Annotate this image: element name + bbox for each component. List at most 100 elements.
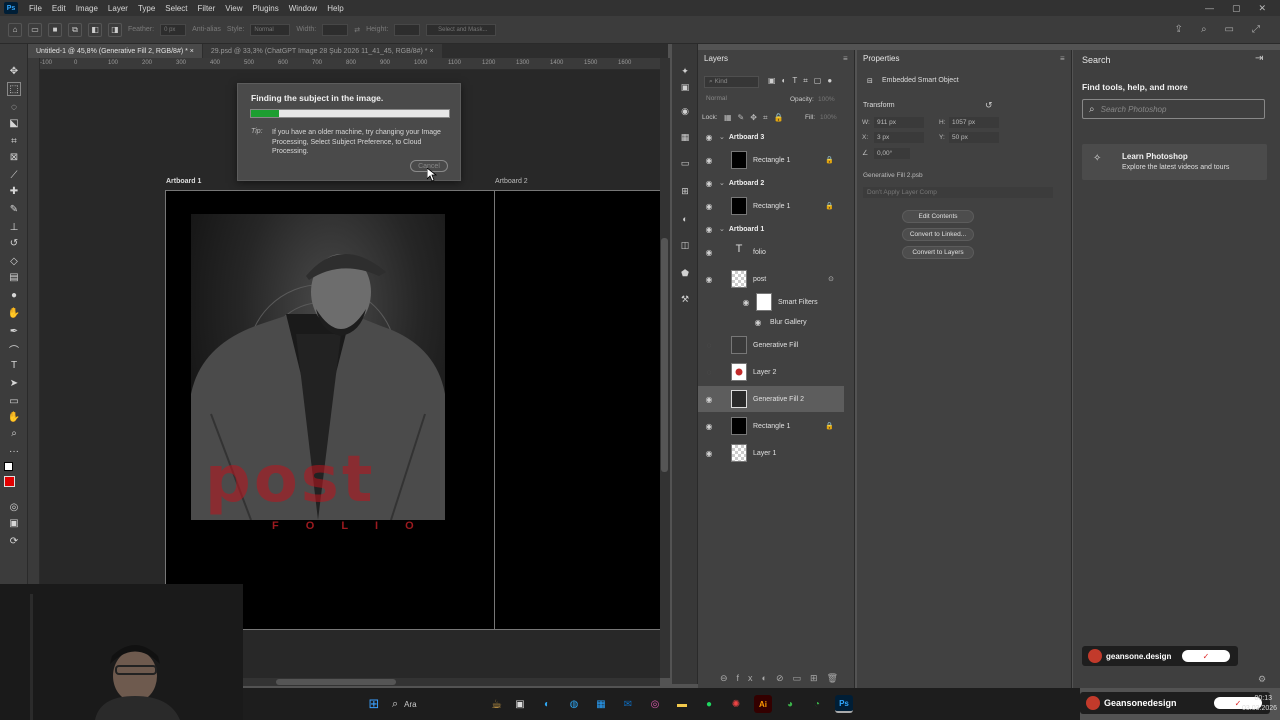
height-input[interactable]: 1057 px: [949, 117, 999, 128]
hand-tool-icon[interactable]: ✋: [7, 410, 21, 424]
marquee-preset-icon[interactable]: ▭: [28, 22, 42, 37]
y-input[interactable]: 50 px: [949, 132, 999, 143]
paths-icon[interactable]: ⬟: [678, 266, 692, 280]
visibility-eye-icon[interactable]: ◉: [703, 202, 715, 211]
fill-input[interactable]: 100%: [820, 114, 837, 121]
frame-tool-icon[interactable]: ⊠: [7, 150, 21, 164]
comments-icon[interactable]: ▣: [678, 80, 692, 94]
search-icon[interactable]: ⌕: [1201, 24, 1207, 35]
learn-icon[interactable]: ✦: [678, 64, 692, 78]
healing-brush-icon[interactable]: ✚: [7, 184, 21, 198]
system-clock[interactable]: 00:13 03.03.2026: [1242, 694, 1277, 714]
blend-mode-select[interactable]: Normal: [704, 95, 774, 107]
tab-close-icon[interactable]: ×: [429, 48, 433, 55]
file-explorer-icon[interactable]: ▬: [673, 695, 691, 713]
convert-to-linked-button[interactable]: Convert to Linked...: [902, 228, 974, 241]
pen-tool-icon[interactable]: ✒: [7, 324, 21, 338]
layer-group-artboard-3[interactable]: ◉ ⌄ Artboard 3: [698, 128, 844, 146]
path-select-icon[interactable]: ➤: [7, 376, 21, 390]
select-and-mask-button[interactable]: Select and Mask...: [426, 23, 497, 36]
blur-tool-icon[interactable]: ●: [7, 288, 21, 302]
brush-tool-icon[interactable]: ✎: [7, 202, 21, 216]
properties-menu-icon[interactable]: ≡: [1060, 54, 1065, 63]
app-icon[interactable]: ✺: [727, 695, 745, 713]
visibility-eye-icon[interactable]: ◉: [703, 225, 715, 234]
angle-input[interactable]: 0,00°: [874, 148, 910, 159]
rotate-icon[interactable]: ⟳: [7, 534, 21, 548]
eraser-tool-icon[interactable]: ◇: [7, 254, 21, 268]
artboard-2-label[interactable]: Artboard 2: [495, 178, 528, 185]
layer-row-selected[interactable]: ◉ Generative Fill 2: [698, 386, 844, 412]
visibility-eye-icon[interactable]: ◉: [703, 248, 715, 257]
menu-view[interactable]: View: [220, 4, 247, 13]
layer-filter-kind-select[interactable]: ⌕ Kind: [704, 76, 759, 88]
menu-edit[interactable]: Edit: [47, 4, 71, 13]
visibility-eye-icon[interactable]: ◉: [703, 449, 715, 458]
properties-panel-title[interactable]: Properties: [863, 54, 899, 63]
edge-icon-2[interactable]: ◍: [565, 695, 583, 713]
visibility-eye-icon[interactable]: ◉: [752, 318, 764, 327]
poster-title-text[interactable]: post: [205, 440, 455, 520]
reset-transform-icon[interactable]: ↺: [985, 100, 993, 111]
pen-curve-icon[interactable]: ⌒: [7, 342, 21, 357]
layer-row[interactable]: ◉ Tfolio: [698, 239, 844, 265]
task-view-icon[interactable]: ▣: [511, 695, 529, 713]
maximize-icon[interactable]: ▢: [1232, 3, 1241, 14]
blur-gallery-row[interactable]: ◉ Blur Gallery: [698, 313, 844, 331]
height-input[interactable]: [394, 23, 421, 36]
fullscreen-icon[interactable]: ⤢: [1252, 24, 1260, 35]
windows-start-icon[interactable]: ⊞: [365, 695, 383, 713]
swatches-icon[interactable]: ▦: [678, 130, 692, 144]
quick-mask-icon[interactable]: ◎: [7, 500, 21, 514]
width-input[interactable]: 911 px: [874, 117, 924, 128]
visibility-eye-icon[interactable]: ◌: [703, 368, 715, 377]
menu-help[interactable]: Help: [322, 4, 348, 13]
expand-icon[interactable]: ⇥: [1255, 53, 1263, 64]
minimize-icon[interactable]: —: [1205, 3, 1214, 14]
color-wheel-icon[interactable]: ◉: [678, 104, 692, 118]
layer-row[interactable]: ◉ Rectangle 1 🔒: [698, 413, 844, 439]
marquee-tool-icon[interactable]: ⬚: [7, 82, 21, 96]
layer-row[interactable]: ◉ Rectangle 1 🔒: [698, 147, 844, 173]
menu-image[interactable]: Image: [71, 4, 103, 13]
artboard-1-label[interactable]: Artboard 1: [166, 178, 201, 185]
channels-icon[interactable]: ◫: [678, 238, 692, 252]
x-input[interactable]: 3 px: [874, 132, 924, 143]
foreground-color-swatch[interactable]: [4, 476, 15, 487]
vertical-scroll-thumb[interactable]: [661, 238, 668, 472]
menu-window[interactable]: Window: [284, 4, 322, 13]
tab-29-psd[interactable]: 29.psd @ 33,3% (ChatGPT Image 28 Şub 202…: [202, 44, 442, 58]
layer-row[interactable]: ◌ Generative Fill: [698, 332, 844, 358]
feather-input[interactable]: 0 px: [160, 23, 187, 36]
grid-icon[interactable]: ⊞: [678, 184, 692, 198]
chevron-down-icon[interactable]: ⌄: [719, 179, 725, 187]
subtract-selection-icon[interactable]: ◧: [88, 22, 102, 37]
menu-type[interactable]: Type: [133, 4, 160, 13]
visibility-eye-icon[interactable]: ◉: [703, 395, 715, 404]
poster-subtitle-text[interactable]: F O L I O: [272, 520, 426, 532]
share-icon[interactable]: ⇪: [1175, 24, 1183, 35]
eyedropper-tool-icon[interactable]: ⟋: [7, 168, 21, 182]
opacity-input[interactable]: 100%: [818, 96, 835, 103]
edge-browser-icon[interactable]: ◐: [538, 695, 556, 713]
layer-comp-select[interactable]: Don't Apply Layer Comp: [863, 187, 1053, 198]
rectangle-tool-icon[interactable]: ▭: [7, 394, 21, 408]
chrome-icon[interactable]: ◕: [781, 695, 799, 713]
style-select[interactable]: Normal: [250, 23, 291, 36]
dodge-tool-icon[interactable]: ✋: [7, 306, 21, 320]
store-icon[interactable]: ▦: [592, 695, 610, 713]
workspace-icon[interactable]: ▭: [1225, 24, 1234, 35]
layer-row[interactable]: ◉ post ⊙: [698, 266, 844, 292]
layers-panel-title[interactable]: Layers: [704, 54, 728, 63]
instagram-icon[interactable]: ◎: [646, 695, 664, 713]
close-icon[interactable]: ✕: [1258, 3, 1266, 14]
type-tool-icon[interactable]: T: [7, 358, 21, 372]
visibility-eye-icon[interactable]: ◌: [703, 341, 715, 350]
layer-group-artboard-1[interactable]: ◉ ⌄ Artboard 1: [698, 220, 844, 238]
screen-mode-icon[interactable]: ▣: [7, 516, 21, 530]
width-input[interactable]: [322, 23, 349, 36]
character-icon[interactable]: ⚒: [678, 292, 692, 306]
photoshop-taskbar-icon[interactable]: Ps: [835, 695, 853, 713]
search-input[interactable]: ⌕ Search Photoshop: [1082, 99, 1265, 119]
layer-row[interactable]: ◉ Layer 1: [698, 440, 844, 466]
